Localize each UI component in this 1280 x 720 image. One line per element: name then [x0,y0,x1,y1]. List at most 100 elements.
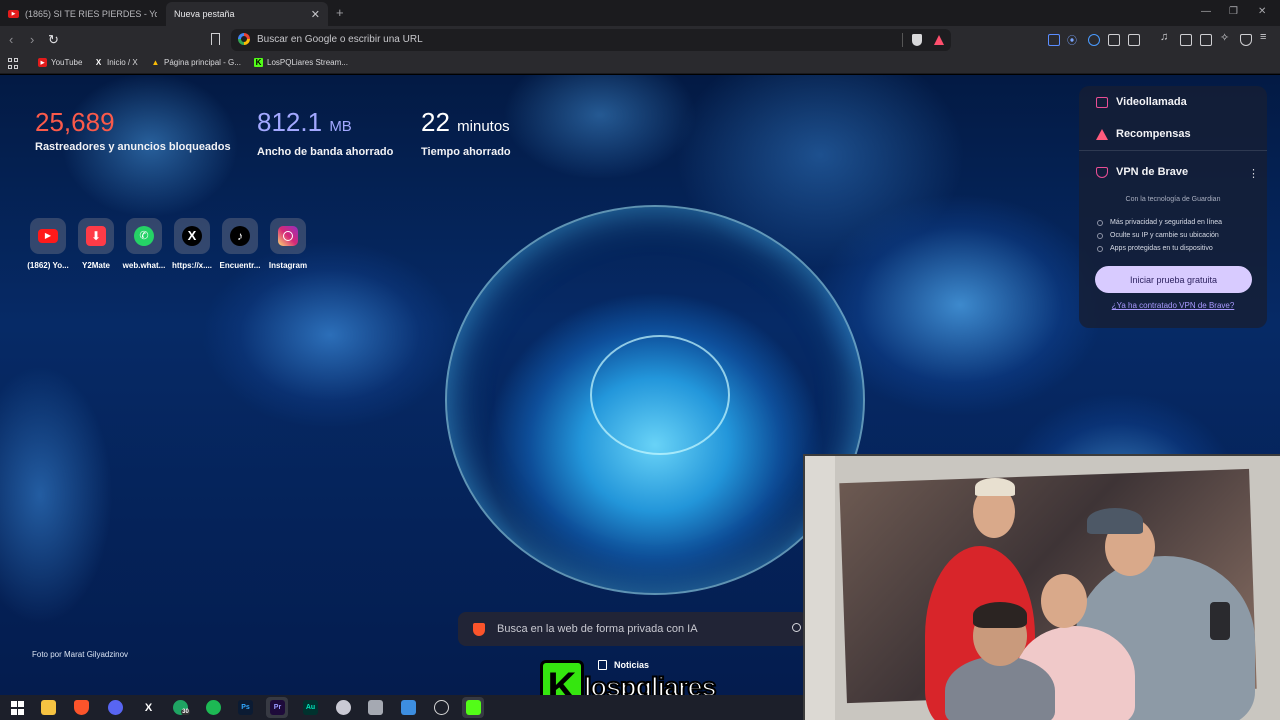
cap [1087,508,1143,534]
top-site-x[interactable]: X https://x.... [168,218,216,270]
audition-icon[interactable]: Au [303,700,318,715]
brave-icon[interactable] [74,700,89,715]
stat-label: Rastreadores y anuncios bloqueados [35,141,231,153]
top-site-youtube[interactable]: ▶ (1862) Yo... [24,218,72,270]
address-bar[interactable]: Buscar en Google o escribir una URL [231,29,951,51]
photoshop-icon[interactable]: Ps [238,700,253,715]
stat-value: 22 minutos [421,107,510,137]
tile-label: Y2Mate [81,261,110,270]
whatsapp-icon: ✆ [134,226,154,246]
brave-shields-icon[interactable] [912,34,922,46]
rewards-icon[interactable] [934,35,944,45]
vpn-shield-icon [1096,166,1108,178]
tab-bar: ▶ (1865) SI TE RIES PIERDES - YouTube Nu… [0,0,1280,26]
rewards-label: Recompensas [1116,128,1191,140]
new-tab-button[interactable]: + [336,5,344,20]
extension-icon[interactable] [1048,34,1060,46]
leo-ai-icon[interactable]: ✧ [1220,31,1232,44]
bookmark-drive[interactable]: ▲ Página principal - G... [151,58,241,67]
whatsapp-icon[interactable]: 30 [173,700,190,715]
videocall-label: Videollamada [1116,96,1187,108]
stat-value: 25,689 [35,107,115,137]
search-input[interactable]: Busca en la web de forma privada con IA [497,623,698,635]
divider [1079,150,1267,151]
tile-icon-box: ✆ [126,218,162,254]
sidebar-icon[interactable] [1180,34,1192,46]
kick-icon: K [254,58,263,67]
app-icon[interactable] [401,700,416,715]
rewards-item[interactable]: Recompensas [1096,128,1191,140]
tile-icon-box: ⬇ [78,218,114,254]
windows-start-icon[interactable] [10,700,25,715]
stat-trackers: 25,689 Rastreadores y anuncios bloqueado… [35,105,231,153]
vpn-shield-icon[interactable] [1240,34,1252,46]
bookmark-x[interactable]: X Inicio / X [94,58,138,67]
videocall-item[interactable]: Videollamada [1096,96,1187,108]
minimize-icon[interactable]: — [1201,6,1211,17]
top-site-tiktok[interactable]: ♪ Encuentr... [216,218,264,270]
person-head [1041,574,1087,628]
youtube-icon: ▶ [8,10,19,18]
toolbar: ‹ › ↻ Buscar en Google o escribir una UR… [0,26,1280,54]
spotify-icon[interactable] [206,700,221,715]
apps-grid-icon[interactable] [8,58,19,69]
kick-icon[interactable] [466,700,481,715]
cap [975,478,1015,496]
file-explorer-icon[interactable] [41,700,56,715]
media-icon[interactable]: ♫ [1160,31,1172,43]
youtube-icon: ▶ [38,58,47,67]
address-placeholder[interactable]: Buscar en Google o escribir una URL [257,34,423,45]
tab-new-tab[interactable]: Nueva pestaña ✕ [166,2,328,26]
app-icon[interactable] [368,700,383,715]
search-icon[interactable] [792,623,801,632]
stat-label: Tiempo ahorrado [421,146,511,158]
instagram-icon [278,226,298,246]
top-site-whatsapp[interactable]: ✆ web.what... [120,218,168,270]
discord-icon[interactable] [108,700,123,715]
rewards-triangle-icon [1096,128,1108,140]
restore-icon[interactable]: ❐ [1229,6,1238,17]
wallet-icon[interactable]: ⦿ [1067,32,1079,47]
puzzle-icon[interactable] [1108,34,1120,46]
menu-icon[interactable]: ≡ [1260,31,1272,43]
more-options-icon[interactable]: ⋮ [1248,167,1259,180]
obs-icon[interactable] [434,700,449,715]
start-trial-button[interactable]: Iniciar prueba gratuita [1095,266,1252,293]
premiere-icon[interactable]: Pr [270,700,285,715]
wallet2-icon[interactable] [1200,34,1212,46]
vpn-extension-icon[interactable] [1088,34,1100,46]
close-window-icon[interactable]: ✕ [1258,6,1266,17]
check-icon [1097,245,1103,252]
vpn-feature: Oculte su IP y cambie su ubicación [1097,232,1219,239]
close-icon[interactable]: ✕ [311,8,320,21]
stat-bandwidth: 812.1 MB Ancho de banda ahorrado [257,105,393,158]
tile-label: Instagram [268,261,308,270]
screen: ▶ (1865) SI TE RIES PIERDES - YouTube Nu… [0,0,1280,720]
tile-label: https://x.... [172,261,212,270]
tile-icon-box [270,218,306,254]
back-icon[interactable]: ‹ [9,32,13,47]
bookmark-icon[interactable] [211,33,220,45]
video-camera-icon [1096,96,1108,108]
stat-time: 22 minutos Tiempo ahorrado [421,105,511,158]
screenshot-icon[interactable] [1128,34,1140,46]
news-label: Noticias [598,660,649,670]
app-icon[interactable] [336,700,351,715]
hair [973,602,1027,628]
top-site-y2mate[interactable]: ⬇ Y2Mate [72,218,120,270]
tab-youtube[interactable]: ▶ (1865) SI TE RIES PIERDES - YouTube [0,2,165,26]
x-icon: X [95,58,102,67]
bookmark-kick[interactable]: K LosPQLiares Stream... [254,58,348,67]
already-purchased-link[interactable]: ¿Ya ha contratado VPN de Brave? [1079,301,1267,310]
reload-icon[interactable]: ↻ [48,32,59,48]
tiktok-icon: ♪ [230,226,250,246]
tile-label: web.what... [122,261,166,270]
vpn-feature: Más privacidad y seguridad en línea [1097,219,1222,226]
forward-icon[interactable]: › [30,32,34,47]
tab-title: Nueva pestaña [174,9,235,19]
bookmark-youtube[interactable]: ▶ YouTube [38,58,82,67]
search-box[interactable]: Busca en la web de forma privada con IA [458,612,808,646]
top-site-instagram[interactable]: Instagram [264,218,312,270]
photo-credit[interactable]: Foto por Marat Gilyadzinov [32,650,128,659]
x-icon[interactable]: X [141,700,156,715]
